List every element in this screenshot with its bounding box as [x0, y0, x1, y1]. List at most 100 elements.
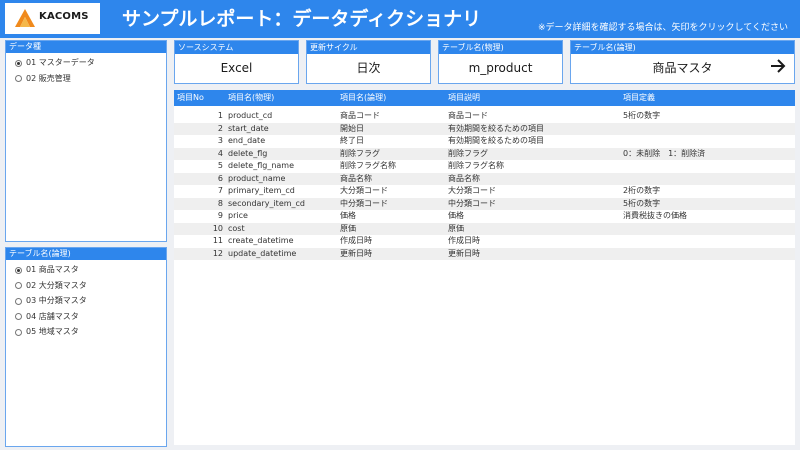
table-option-label: 01 商品マスタ [26, 265, 79, 274]
radio-icon[interactable] [15, 75, 22, 82]
cell-no: 12 [212, 248, 223, 258]
cell-physical-name: cost [228, 223, 245, 233]
cell-no: 6 [217, 173, 223, 183]
cell-physical-name: delete_flg_name [228, 161, 295, 170]
cell-no: 10 [212, 223, 223, 233]
cell-description: 削除フラグ名称 [448, 161, 504, 170]
cell-description: 原価 [448, 223, 464, 233]
card-update-cycle: 更新サイクル 日次 [306, 40, 431, 84]
arrow-right-icon[interactable] [770, 59, 786, 73]
cell-logical-name: 開始日 [340, 123, 364, 133]
table-option-secondary-category[interactable]: 03 中分類マスタ [6, 293, 166, 309]
cell-description: 商品名称 [448, 173, 480, 183]
data-type-option-label: 02 販売管理 [26, 73, 71, 83]
cell-no: 11 [212, 236, 223, 245]
cell-physical-name: secondary_item_cd [228, 198, 306, 208]
table-option-product[interactable]: 01 商品マスタ [6, 262, 166, 278]
table-name-slicer-title: テーブル名(論理) [6, 248, 166, 260]
table-row: 9 price 価格 価格 消費税抜きの価格 [174, 210, 795, 223]
cell-physical-name: product_cd [228, 111, 273, 120]
cell-logical-name: 終了日 [340, 136, 364, 145]
card-table-physical-name: テーブル名(物理) m_product [438, 40, 563, 84]
cell-logical-name: 価格 [340, 211, 356, 220]
radio-icon[interactable] [15, 297, 22, 305]
cell-description: 商品コード [448, 111, 488, 120]
table-header: 項目No 項目名(物理) 項目名(論理) 項目説明 項目定義 [174, 90, 795, 106]
radio-checked-icon[interactable] [15, 59, 22, 67]
cell-no: 1 [217, 111, 223, 120]
cell-description: 作成日時 [448, 236, 480, 245]
cell-logical-name: 削除フラグ名称 [340, 161, 396, 170]
cell-logical-name: 更新日時 [340, 248, 372, 258]
cell-physical-name: primary_item_cd [228, 186, 295, 195]
column-header-definition[interactable]: 項目定義 [623, 92, 655, 103]
cell-definition: 5桁の数字 [623, 111, 661, 120]
cell-no: 3 [217, 136, 223, 145]
cell-logical-name: 中分類コード [340, 198, 388, 208]
table-option-label: 03 中分類マスタ [26, 296, 87, 305]
table-row: 6 product_name 商品名称 商品名称 [174, 172, 795, 185]
column-header-physical-name[interactable]: 項目名(物理) [228, 92, 274, 103]
table-option-region[interactable]: 05 地域マスタ [6, 324, 166, 340]
data-dictionary-table: 項目No 項目名(物理) 項目名(論理) 項目説明 項目定義 1 product_… [174, 90, 795, 445]
cell-logical-name: 商品名称 [340, 173, 372, 183]
column-header-description[interactable]: 項目説明 [448, 92, 480, 103]
data-type-option-label: 01 マスターデータ [26, 58, 95, 67]
cell-logical-name: 原価 [340, 223, 356, 233]
table-option-store[interactable]: 04 店舗マスタ [6, 309, 166, 325]
cell-description: 有効期間を絞るための項目 [448, 123, 544, 133]
cell-logical-name: 作成日時 [340, 236, 372, 245]
table-row: 8 secondary_item_cd 中分類コード 中分類コード 5桁の数字 [174, 197, 795, 210]
table-row: 7 primary_item_cd 大分類コード 大分類コード 2桁の数字 [174, 185, 795, 198]
card-value: 商品マスタ [652, 61, 713, 75]
radio-icon[interactable] [15, 328, 22, 336]
logo: KACOMS [5, 3, 100, 34]
data-type-option-master[interactable]: 01 マスターデータ [6, 55, 166, 71]
cell-definition: 2桁の数字 [623, 186, 661, 195]
cell-physical-name: product_name [228, 173, 286, 183]
cell-no: 9 [217, 211, 223, 220]
kacoms-logo-icon [15, 9, 35, 27]
data-type-slicer-title: データ種 [6, 41, 166, 53]
cell-definition: 0：未削除 1：削除済 [623, 148, 706, 158]
radio-icon[interactable] [15, 282, 22, 289]
radio-checked-icon[interactable] [15, 266, 22, 274]
table-row: 12 update_datetime 更新日時 更新日時 [174, 247, 795, 260]
card-label: 更新サイクル [307, 41, 430, 54]
card-value: 日次 [356, 61, 381, 75]
cell-description: 大分類コード [448, 186, 496, 195]
cell-no: 8 [217, 198, 223, 208]
cell-definition: 消費税抜きの価格 [623, 211, 687, 220]
table-row: 4 delete_flg 削除フラグ 削除フラグ 0：未削除 1：削除済 [174, 147, 795, 160]
table-row: 1 product_cd 商品コード 商品コード 5桁の数字 [174, 110, 795, 123]
card-source-system: ソースシステム Excel [174, 40, 299, 84]
data-type-option-sales[interactable]: 02 販売管理 [6, 71, 166, 87]
cell-physical-name: price [228, 211, 248, 220]
table-row: 3 end_date 終了日 有効期間を絞るための項目 [174, 135, 795, 148]
table-option-primary-category[interactable]: 02 大分類マスタ [6, 278, 166, 294]
cell-physical-name: delete_flg [228, 148, 268, 158]
cell-physical-name: start_date [228, 123, 269, 133]
cell-description: 削除フラグ [448, 148, 488, 158]
column-header-logical-name[interactable]: 項目名(論理) [340, 92, 386, 103]
card-label: テーブル名(物理) [439, 41, 562, 54]
card-label: ソースシステム [175, 41, 298, 54]
table-option-label: 02 大分類マスタ [26, 280, 87, 290]
cell-description: 中分類コード [448, 198, 496, 208]
cell-description: 更新日時 [448, 248, 480, 258]
cell-no: 2 [217, 123, 223, 133]
card-value: Excel [220, 61, 253, 75]
table-option-label: 04 店舗マスタ [26, 311, 79, 321]
cell-physical-name: update_datetime [228, 248, 297, 258]
table-name-slicer: テーブル名(論理) 01 商品マスタ 02 大分類マスタ 03 中分類マスタ 0… [5, 247, 167, 447]
cell-definition: 5桁の数字 [623, 198, 661, 208]
cell-logical-name: 削除フラグ [340, 148, 380, 158]
instruction-hint: ※データ詳細を確認する場合は、矢印をクリックしてください [537, 23, 788, 33]
card-label: テーブル名(論理) [571, 41, 794, 54]
radio-icon[interactable] [15, 313, 22, 320]
cell-no: 7 [217, 186, 223, 195]
cell-description: 価格 [448, 211, 464, 220]
column-header-no[interactable]: 項目No [177, 92, 204, 103]
card-table-logical-name[interactable]: テーブル名(論理) 商品マスタ [570, 40, 795, 84]
cell-description: 有効期間を絞るための項目 [448, 136, 544, 145]
